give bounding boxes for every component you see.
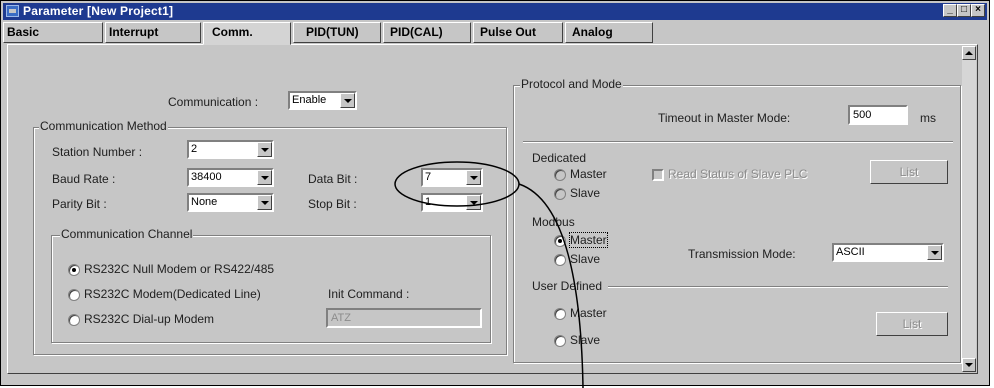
- radio-null-modem[interactable]: [68, 264, 80, 276]
- protocol-mode-title: Protocol and Mode: [520, 77, 623, 91]
- chevron-down-icon[interactable]: [466, 195, 481, 210]
- data-bit-select[interactable]: 7: [421, 168, 483, 187]
- maximize-button[interactable]: □: [957, 4, 971, 17]
- tab-interrupt[interactable]: Interrupt: [105, 22, 201, 43]
- tab-pid-tun[interactable]: PID(TUN): [293, 22, 381, 43]
- radio-modbus-slave[interactable]: [554, 254, 566, 266]
- baud-rate-label: Baud Rate :: [52, 172, 116, 186]
- read-status-label: Read Status of Slave PLC: [668, 167, 808, 181]
- init-command-field[interactable]: ATZ: [326, 308, 482, 328]
- app-icon[interactable]: [6, 5, 19, 17]
- user-slave-label: Slave: [570, 333, 601, 347]
- window-title: Parameter [New Project1]: [23, 4, 174, 18]
- vertical-scrollbar[interactable]: [962, 46, 976, 372]
- communication-select[interactable]: Enable: [288, 91, 357, 110]
- timeout-input[interactable]: 500: [848, 105, 908, 125]
- station-number-select[interactable]: 2: [187, 140, 274, 159]
- timeout-unit: ms: [920, 111, 936, 125]
- null-modem-label: RS232C Null Modem or RS422/485: [84, 262, 275, 276]
- chevron-down-icon[interactable]: [257, 195, 272, 210]
- user-defined-label: User Defined: [532, 279, 603, 293]
- close-button[interactable]: ×: [971, 4, 985, 17]
- chevron-down-icon[interactable]: [466, 170, 481, 185]
- tab-pid-cal[interactable]: PID(CAL): [383, 22, 471, 43]
- minimize-button[interactable]: _: [943, 4, 957, 17]
- baud-rate-select[interactable]: 38400: [187, 168, 274, 187]
- user-list-button[interactable]: List: [876, 312, 948, 336]
- modbus-slave-label: Slave: [570, 252, 601, 266]
- dedicated-slave-label: Slave: [570, 186, 601, 200]
- read-status-checkbox[interactable]: [652, 169, 664, 181]
- communication-channel-title: Communication Channel: [60, 227, 194, 241]
- communication-label: Communication :: [168, 95, 259, 109]
- radio-user-slave[interactable]: [554, 335, 566, 347]
- modbus-master-label: Master: [569, 232, 608, 248]
- dedicated-label: Dedicated: [532, 151, 587, 165]
- transmission-mode-select[interactable]: ASCII: [832, 243, 944, 262]
- parameter-window: Parameter [New Project1] _ □ × Basic Int…: [0, 0, 990, 386]
- separator-line: [608, 286, 948, 288]
- stop-bit-select[interactable]: 1: [421, 193, 483, 212]
- modbus-label: Modbus: [532, 215, 575, 229]
- scroll-up-icon[interactable]: [962, 46, 976, 60]
- radio-modem-dedicated[interactable]: [68, 289, 80, 301]
- tab-analog[interactable]: Analog: [565, 22, 653, 43]
- tab-comm[interactable]: Comm.: [203, 22, 291, 45]
- chevron-down-icon[interactable]: [257, 170, 272, 185]
- parity-bit-label: Parity Bit :: [52, 197, 107, 211]
- comm-tab-page: Communication : Enable Communication Met…: [7, 44, 978, 374]
- dedicated-master-label: Master: [570, 167, 607, 181]
- chevron-down-icon[interactable]: [927, 245, 942, 260]
- chevron-down-icon[interactable]: [257, 142, 272, 157]
- separator-line: [523, 141, 953, 143]
- radio-user-master[interactable]: [554, 308, 566, 320]
- parity-bit-select[interactable]: None: [187, 193, 274, 212]
- radio-dialup-modem[interactable]: [68, 314, 80, 326]
- timeout-label: Timeout in Master Mode:: [658, 111, 791, 125]
- radio-dedicated-slave[interactable]: [554, 188, 566, 200]
- user-master-label: Master: [570, 306, 607, 320]
- chevron-down-icon[interactable]: [340, 93, 355, 108]
- modem-dedicated-label: RS232C Modem(Dedicated Line): [84, 287, 261, 301]
- tab-pulse-out[interactable]: Pulse Out: [473, 22, 563, 43]
- title-bar: Parameter [New Project1] _ □ ×: [3, 3, 987, 20]
- tab-basic[interactable]: Basic: [3, 22, 103, 43]
- stop-bit-label: Stop Bit :: [308, 197, 357, 211]
- dialup-modem-label: RS232C Dial-up Modem: [84, 312, 215, 326]
- radio-dedicated-master[interactable]: [554, 169, 566, 181]
- transmission-mode-label: Transmission Mode:: [688, 247, 796, 261]
- dedicated-list-button[interactable]: List: [870, 160, 948, 184]
- data-bit-label: Data Bit :: [308, 172, 358, 186]
- scroll-down-icon[interactable]: [962, 358, 976, 372]
- communication-method-title: Communication Method: [39, 119, 168, 133]
- radio-modbus-master[interactable]: [554, 235, 566, 247]
- station-number-label: Station Number :: [52, 145, 143, 159]
- init-command-label: Init Command :: [328, 287, 410, 301]
